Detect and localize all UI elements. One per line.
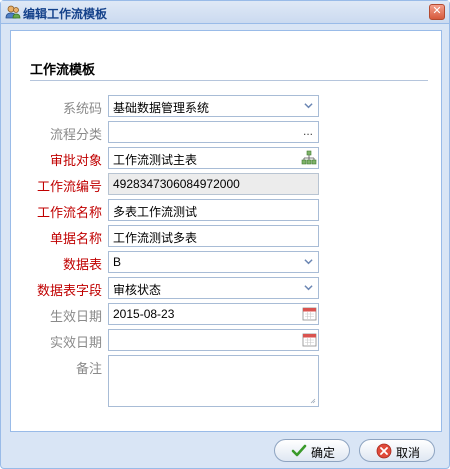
- document-name-value: 工作流测试多表: [113, 231, 198, 245]
- chevron-down-icon: [304, 285, 313, 291]
- dialog-footer: 确定 取消: [1, 433, 449, 468]
- system-code-value: 基础数据管理系统: [113, 101, 210, 115]
- data-table-field-value: 审核状态: [113, 283, 162, 297]
- effective-date-label: 生效日期: [49, 309, 102, 324]
- workflow-name-value: 多表工作流测试: [113, 205, 198, 219]
- system-code-select[interactable]: 基础数据管理系统: [108, 95, 319, 117]
- system-code-dropdown-trigger[interactable]: [300, 96, 318, 116]
- system-code-label: 系统码: [62, 101, 102, 116]
- expiry-date-calendar-button[interactable]: [300, 330, 318, 350]
- approval-object-value: 工作流测试主表: [113, 153, 198, 167]
- document-name-label: 单据名称: [49, 231, 102, 246]
- workflow-number-field: 4928347306084972000: [108, 173, 319, 195]
- row-process-category: 流程分类 ...: [11, 121, 443, 143]
- row-data-table: 数据表 B: [11, 251, 443, 273]
- row-system-code: 系统码 基础数据管理系统: [11, 95, 443, 117]
- process-category-browse-button[interactable]: ...: [300, 122, 318, 142]
- data-table-label: 数据表: [62, 257, 102, 272]
- approval-object-picker-button[interactable]: [300, 148, 318, 168]
- expiry-date-label: 实效日期: [49, 335, 102, 350]
- row-document-name: 单据名称 工作流测试多表: [11, 225, 443, 247]
- confirm-button[interactable]: 确定: [274, 439, 350, 462]
- effective-date-input[interactable]: 2015-08-23: [108, 303, 319, 325]
- row-effective-date: 生效日期 2015-08-23: [11, 303, 443, 325]
- expiry-date-input[interactable]: [108, 329, 319, 351]
- workflow-number-label: 工作流编号: [36, 179, 102, 194]
- cancel-label: 取消: [396, 446, 421, 460]
- chevron-down-icon: [304, 103, 313, 109]
- close-button[interactable]: ✕: [429, 4, 445, 20]
- workflow-number-value: 4928347306084972000: [113, 177, 240, 191]
- workflow-name-input[interactable]: 多表工作流测试: [108, 199, 319, 221]
- data-table-value: B: [113, 255, 122, 269]
- dialog-window: 编辑工作流模板 ✕ 工作流模板 系统码 基础数据管理系统 流程分类 ... 审批…: [0, 0, 450, 469]
- data-table-select[interactable]: B: [108, 251, 319, 273]
- window-title: 编辑工作流模板: [23, 7, 108, 21]
- approval-object-label: 审批对象: [49, 153, 102, 168]
- ellipsis-icon: ...: [303, 124, 314, 138]
- approval-object-input[interactable]: 工作流测试主表: [108, 147, 319, 169]
- row-data-table-field: 数据表字段 审核状态: [11, 277, 443, 299]
- chevron-down-icon: [304, 259, 313, 265]
- cancel-icon: [376, 443, 392, 459]
- section-divider: [30, 80, 428, 81]
- calendar-icon: [302, 307, 317, 321]
- resize-grip-icon[interactable]: [310, 398, 316, 404]
- row-approval-object: 审批对象 工作流测试主表: [11, 147, 443, 169]
- row-expiry-date: 实效日期: [11, 329, 443, 351]
- process-category-input[interactable]: ...: [108, 121, 319, 143]
- process-category-label: 流程分类: [49, 127, 102, 142]
- workflow-name-label: 工作流名称: [36, 205, 102, 220]
- tree-picker-icon: [301, 150, 317, 165]
- check-icon: [291, 444, 307, 457]
- effective-date-value: 2015-08-23: [113, 307, 175, 321]
- cancel-button[interactable]: 取消: [359, 439, 435, 462]
- row-remarks: 备注: [11, 355, 443, 407]
- data-table-field-dropdown-trigger[interactable]: [300, 278, 318, 298]
- calendar-icon: [302, 333, 317, 347]
- data-table-dropdown-trigger[interactable]: [300, 252, 318, 272]
- data-table-field-select[interactable]: 审核状态: [108, 277, 319, 299]
- remarks-textarea[interactable]: [108, 355, 319, 407]
- row-workflow-number: 工作流编号 4928347306084972000: [11, 173, 443, 195]
- row-workflow-name: 工作流名称 多表工作流测试: [11, 199, 443, 221]
- section-title: 工作流模板: [30, 62, 96, 77]
- document-name-input[interactable]: 工作流测试多表: [108, 225, 319, 247]
- data-table-field-label: 数据表字段: [36, 283, 102, 298]
- users-icon: [5, 5, 21, 19]
- effective-date-calendar-button[interactable]: [300, 304, 318, 324]
- remarks-label: 备注: [75, 361, 102, 376]
- form-panel: 工作流模板 系统码 基础数据管理系统 流程分类 ... 审批对象 工作流测试主表…: [10, 30, 442, 432]
- title-bar[interactable]: 编辑工作流模板 ✕: [1, 1, 449, 24]
- close-icon: ✕: [432, 5, 442, 17]
- confirm-label: 确定: [311, 446, 336, 460]
